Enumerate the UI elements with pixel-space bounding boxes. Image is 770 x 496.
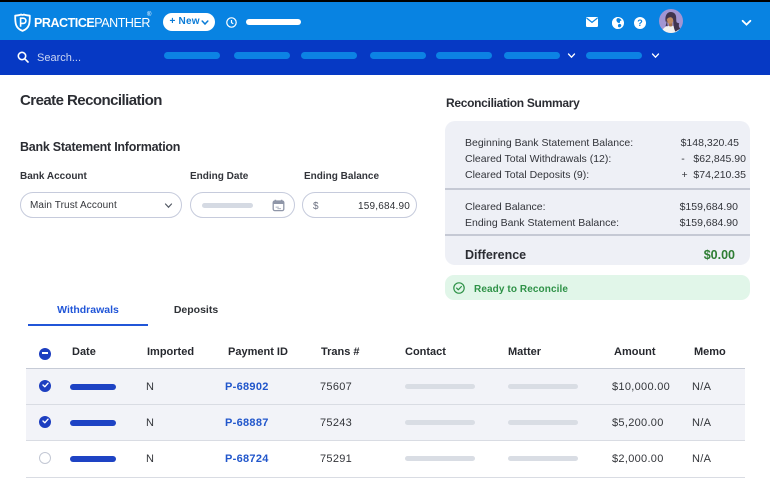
svg-text:?: ? bbox=[637, 18, 643, 28]
